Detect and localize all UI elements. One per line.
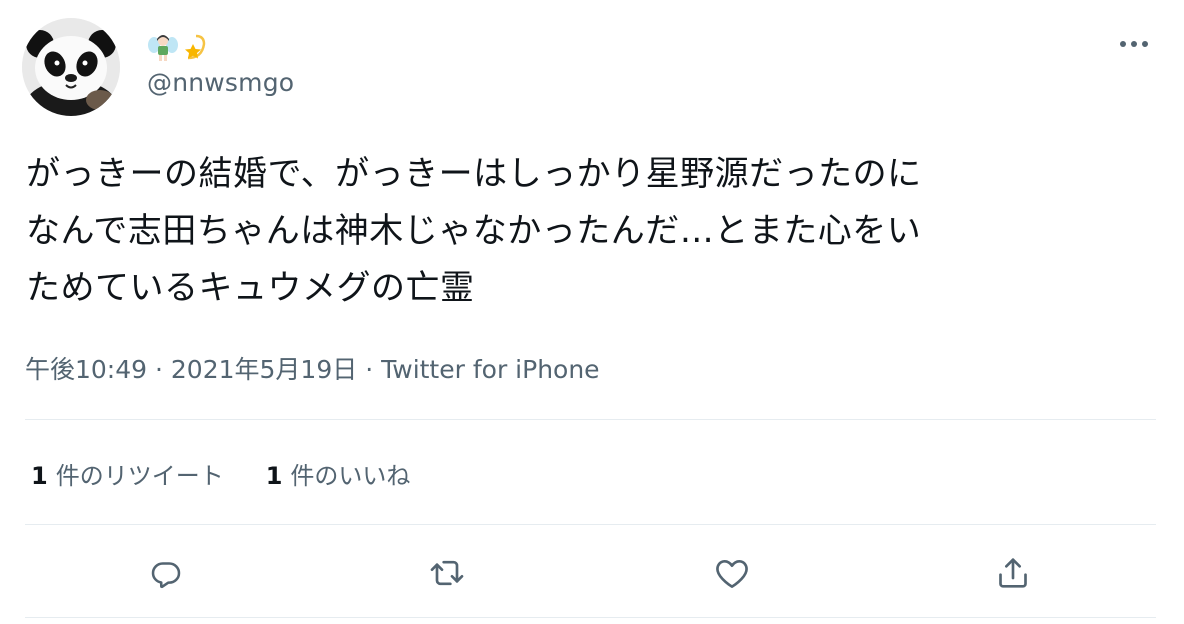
tweet-time[interactable]: 午後10:49 <box>25 355 147 384</box>
tweet-meta: 午後10:49 · 2021年5月19日 · Twitter for iPhon… <box>25 350 600 386</box>
divider <box>25 524 1156 525</box>
tweet-card: @nnwsmgo がっきーの結婚で、がっきーはしっかり星野源だったのに なんで志… <box>0 0 1184 624</box>
like-button[interactable] <box>707 548 757 598</box>
reply-icon <box>151 562 181 589</box>
more-icon[interactable] <box>1116 35 1152 53</box>
retweet-icon <box>430 560 464 586</box>
tweet-text-line: がっきーの結婚で、がっきーはしっかり星野源だったのに <box>26 154 922 194</box>
panda-avatar-image <box>22 18 120 116</box>
share-icon <box>999 558 1027 588</box>
retweets-label: 件のリツイート <box>55 462 224 490</box>
retweets-stat[interactable]: 1 件のリツイート <box>31 456 224 491</box>
tweet-text-line: ためているキュウメグの亡霊 <box>26 268 475 308</box>
dizzy-star-emoji-icon <box>182 32 212 62</box>
share-button[interactable] <box>988 548 1038 598</box>
tweet-source[interactable]: Twitter for iPhone <box>381 355 599 384</box>
meta-separator: · <box>365 355 374 384</box>
likes-stat[interactable]: 1 件のいいね <box>266 456 411 491</box>
tweet-text-line: なんで志田ちゃんは神木じゃなかったんだ…とまた心をい <box>26 211 922 251</box>
divider <box>25 419 1156 420</box>
divider <box>25 617 1156 618</box>
reply-button[interactable] <box>141 548 191 598</box>
retweet-button[interactable] <box>422 548 472 598</box>
action-bar <box>0 548 1184 598</box>
avatar[interactable] <box>22 18 120 116</box>
tweet-stats: 1 件のリツイート 1 件のいいね <box>31 456 410 491</box>
display-name[interactable] <box>148 30 212 64</box>
tweet-date[interactable]: 2021年5月19日 <box>171 355 357 384</box>
likes-label: 件のいいね <box>290 462 411 490</box>
likes-count: 1 <box>265 462 283 490</box>
fairy-emoji-icon <box>148 32 178 62</box>
tweet-text: がっきーの結婚で、がっきーはしっかり星野源だったのに なんで志田ちゃんは神木じゃ… <box>26 146 1156 317</box>
retweets-count: 1 <box>31 462 48 490</box>
author-handle[interactable]: @nnwsmgo <box>147 68 294 97</box>
like-icon <box>716 560 748 588</box>
meta-separator: · <box>155 355 163 384</box>
